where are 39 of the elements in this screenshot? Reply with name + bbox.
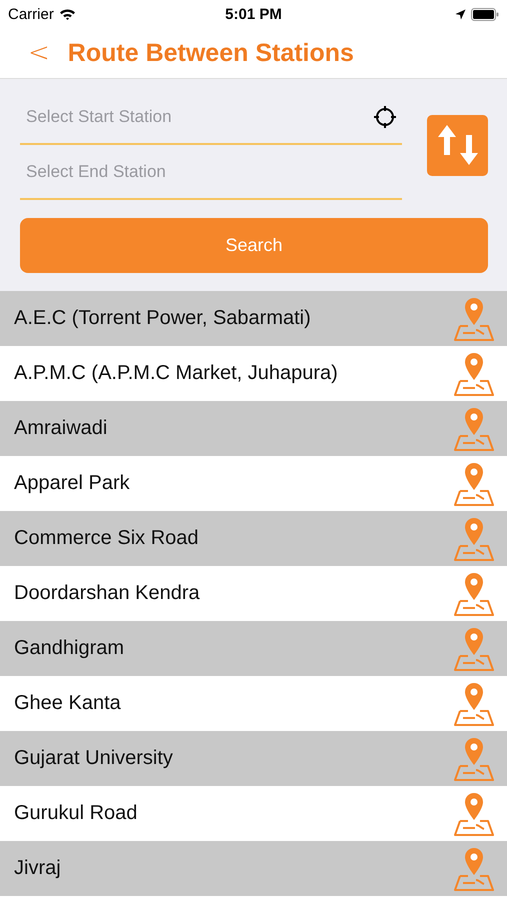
- station-name: Gujarat University: [14, 747, 173, 770]
- battery-icon: [470, 8, 499, 20]
- map-pin-icon[interactable]: [454, 626, 494, 672]
- map-pin-icon[interactable]: [454, 516, 494, 562]
- station-row[interactable]: A.E.C (Torrent Power, Sabarmati): [0, 291, 507, 346]
- station-name: Ghee Kanta: [14, 692, 121, 715]
- station-name: Gandhigram: [14, 637, 124, 660]
- map-pin-icon[interactable]: [454, 350, 494, 396]
- station-row[interactable]: Gujarat University: [0, 731, 507, 786]
- map-pin-icon[interactable]: [454, 680, 494, 726]
- station-name: Jivraj: [14, 857, 61, 880]
- map-pin-icon[interactable]: [454, 296, 494, 342]
- station-name: A.P.M.C (A.P.M.C Market, Juhapura): [14, 362, 338, 385]
- station-name: Doordarshan Kendra: [14, 582, 200, 605]
- wifi-icon: [58, 8, 76, 20]
- station-name: Amraiwadi: [14, 417, 108, 440]
- location-arrow-icon: [454, 8, 466, 20]
- station-name: A.E.C (Torrent Power, Sabarmati): [14, 307, 311, 330]
- map-pin-icon[interactable]: [454, 460, 494, 506]
- map-pin-icon[interactable]: [454, 846, 494, 892]
- station-row[interactable]: Jivraj: [0, 841, 507, 896]
- map-pin-icon[interactable]: [454, 570, 494, 616]
- map-pin-icon[interactable]: [454, 790, 494, 836]
- station-row[interactable]: Gandhigram: [0, 621, 507, 676]
- screen-title: Route Between Stations: [68, 38, 354, 68]
- end-station-field[interactable]: Select End Station: [20, 162, 402, 182]
- clock-time: 5:01 PM: [225, 6, 282, 22]
- station-name: Gurukul Road: [14, 802, 138, 825]
- station-name: Apparel Park: [14, 472, 130, 495]
- map-pin-icon[interactable]: [454, 736, 494, 782]
- station-name: Commerce Six Road: [14, 527, 199, 550]
- locate-icon[interactable]: [372, 104, 398, 130]
- station-row[interactable]: Amraiwadi: [0, 401, 507, 456]
- carrier-label: Carrier: [8, 6, 54, 22]
- station-row[interactable]: Commerce Six Road: [0, 511, 507, 566]
- swap-arrows-icon: [436, 123, 478, 167]
- map-pin-icon[interactable]: [454, 406, 494, 452]
- start-station-field[interactable]: Select Start Station: [20, 106, 372, 126]
- swap-button[interactable]: [427, 114, 488, 176]
